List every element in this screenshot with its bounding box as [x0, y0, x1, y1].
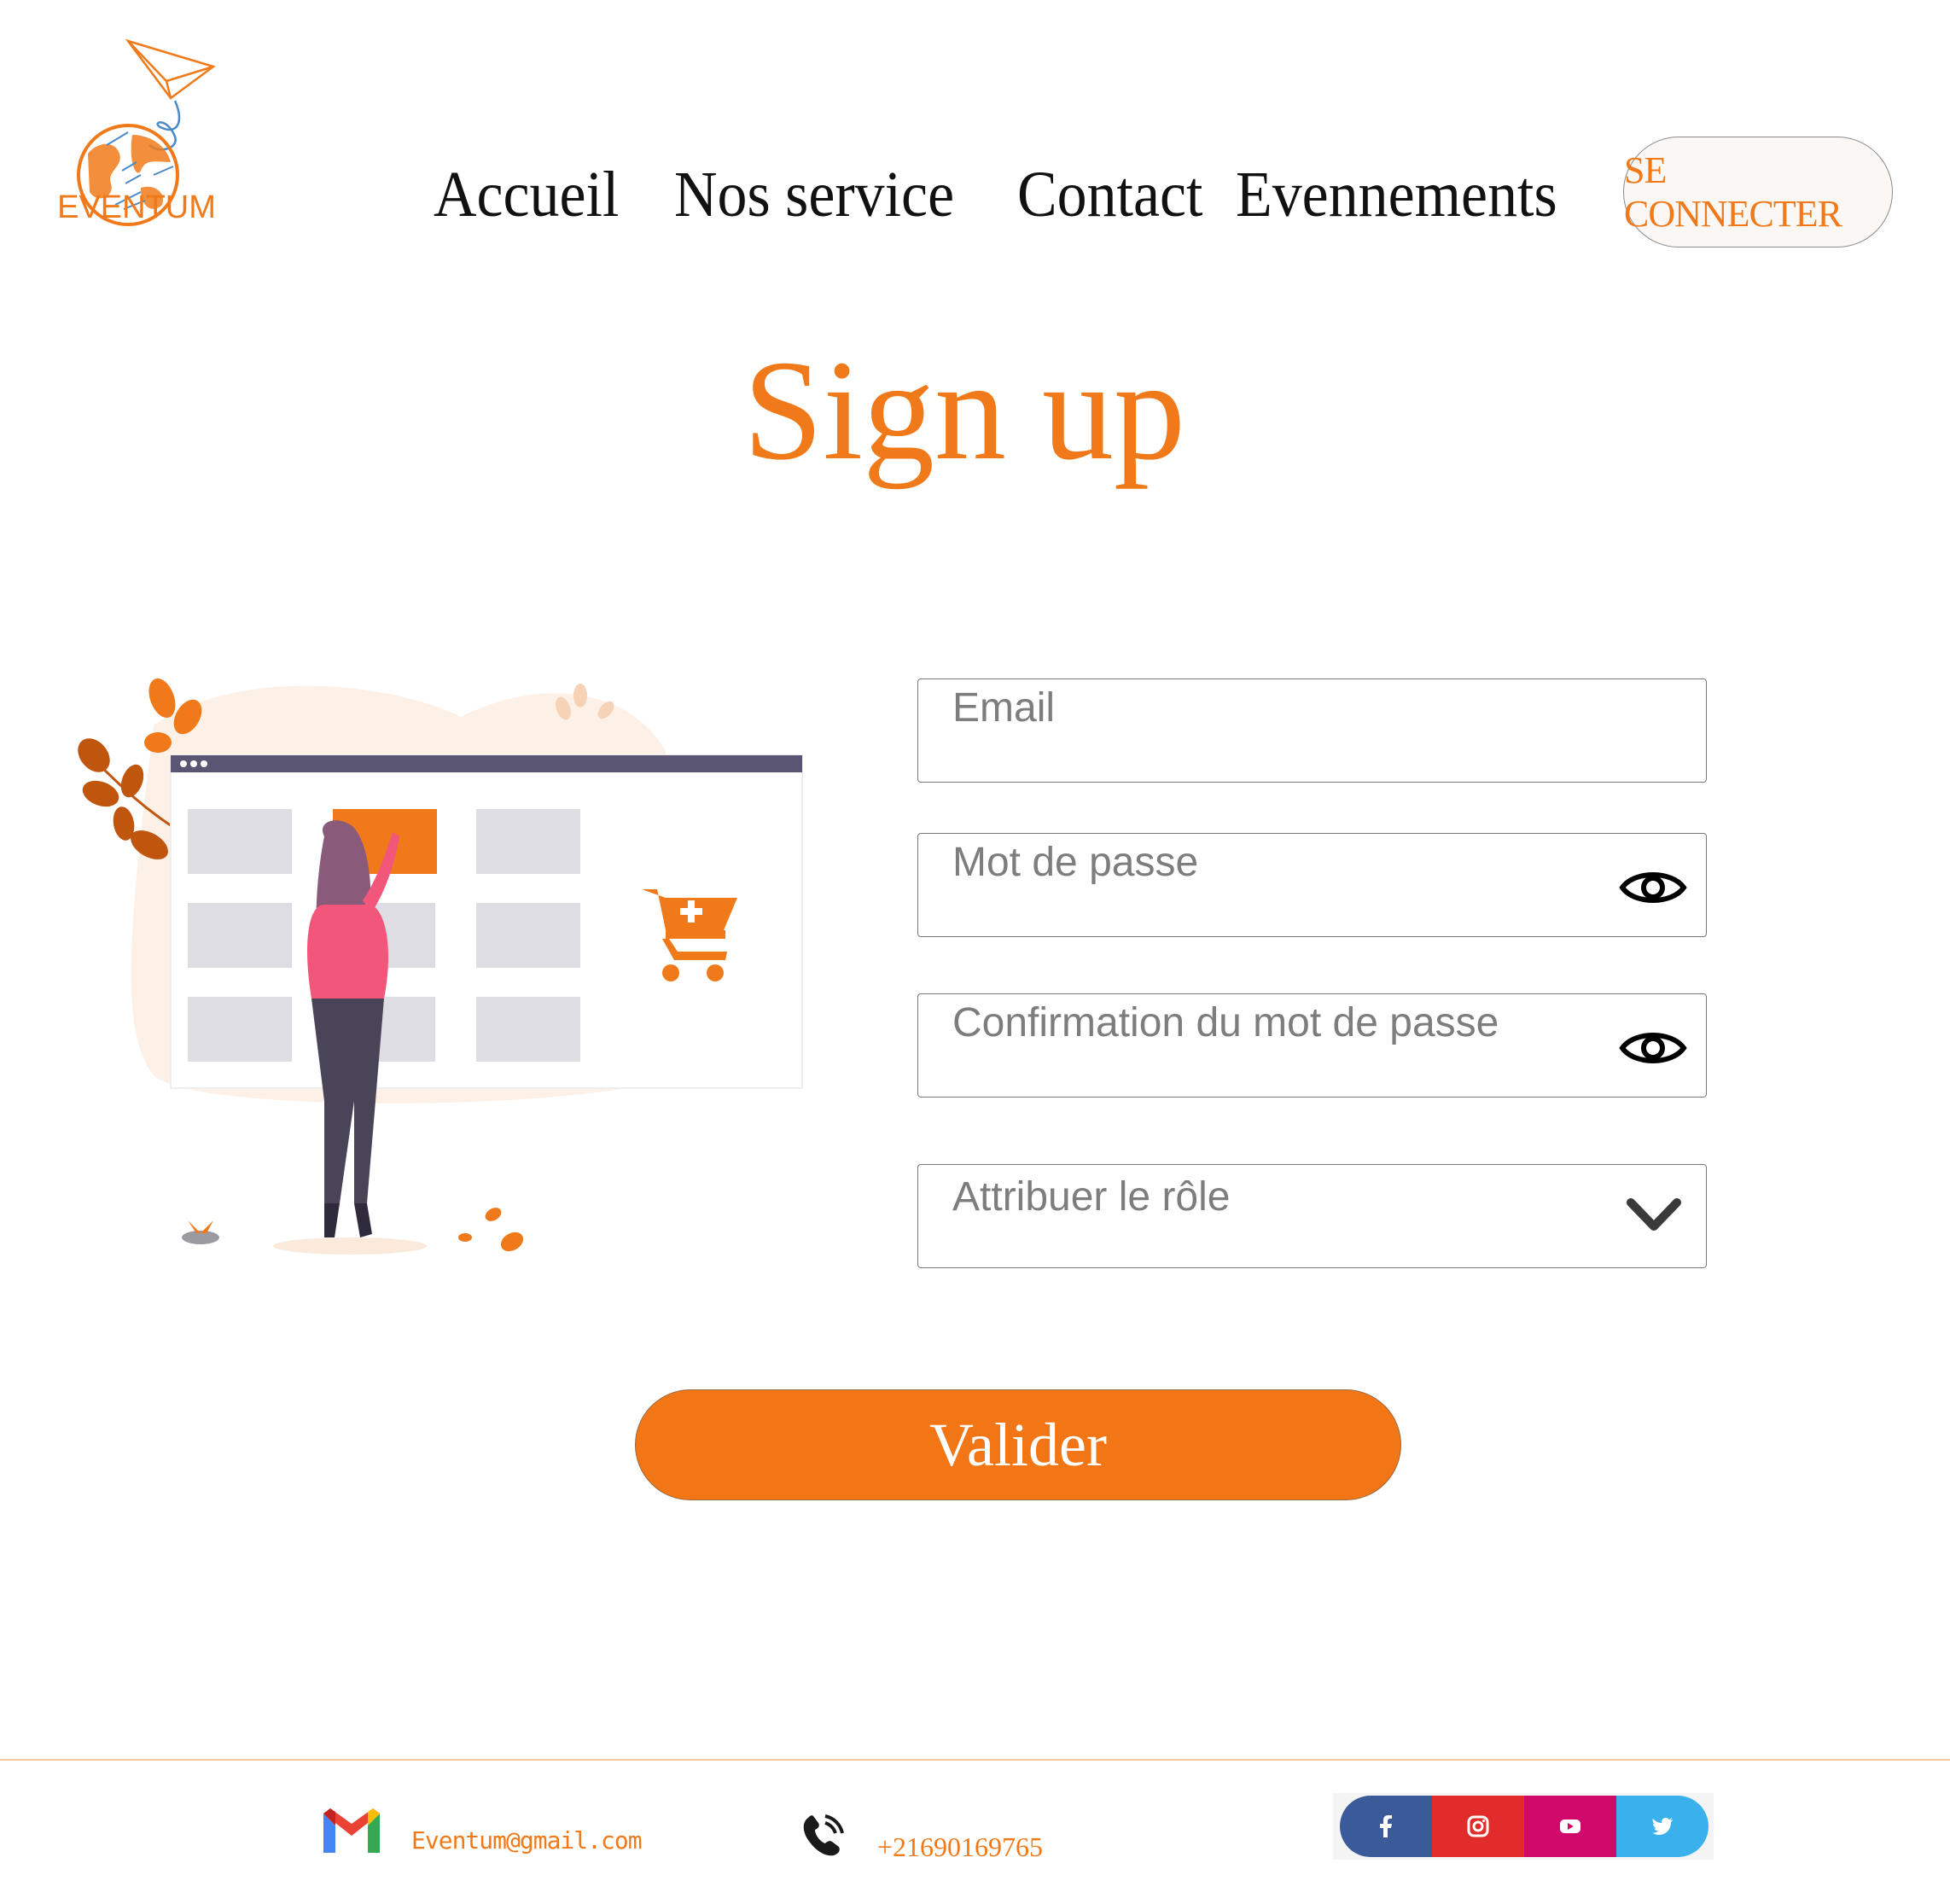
twitter-icon[interactable]	[1616, 1796, 1708, 1857]
youtube-icon[interactable]	[1524, 1796, 1616, 1857]
logo-wordmark: EVENTUM	[57, 189, 216, 225]
chevron-down-icon	[1627, 1198, 1681, 1231]
email-input[interactable]	[918, 679, 1706, 782]
phone-icon	[803, 1814, 844, 1856]
facebook-icon[interactable]	[1340, 1796, 1432, 1857]
eye-icon[interactable]	[1619, 866, 1687, 909]
footer-phone[interactable]: +21690169765	[877, 1831, 1043, 1863]
footer-email[interactable]: Eventum@gmail.com	[411, 1826, 643, 1855]
page-title: Sign up	[742, 331, 1186, 490]
email-field[interactable]	[917, 678, 1707, 783]
role-select-value: Attribuer le rôle	[952, 1174, 1231, 1220]
gmail-icon[interactable]	[320, 1805, 383, 1856]
confirm-password-input[interactable]	[918, 994, 1706, 1097]
instagram-icon[interactable]	[1432, 1796, 1524, 1857]
footer-divider	[0, 1759, 1950, 1761]
nav-evennements[interactable]: Evennements	[1236, 158, 1557, 232]
nav-accueil[interactable]: Accueil	[434, 158, 619, 232]
nav-contact[interactable]: Contact	[1017, 158, 1202, 232]
confirm-password-field[interactable]	[917, 993, 1707, 1098]
valider-button[interactable]: Valider	[635, 1389, 1401, 1500]
shopping-illustration	[78, 678, 803, 1255]
nav-services[interactable]: Nos service	[674, 158, 954, 232]
social-links	[1333, 1793, 1714, 1860]
role-select[interactable]: Attribuer le rôle	[917, 1164, 1707, 1268]
se-connecter-button[interactable]: SE CONNECTER	[1623, 137, 1893, 247]
password-input[interactable]	[918, 834, 1706, 936]
eye-icon[interactable]	[1619, 1027, 1687, 1069]
password-field[interactable]	[917, 833, 1707, 937]
